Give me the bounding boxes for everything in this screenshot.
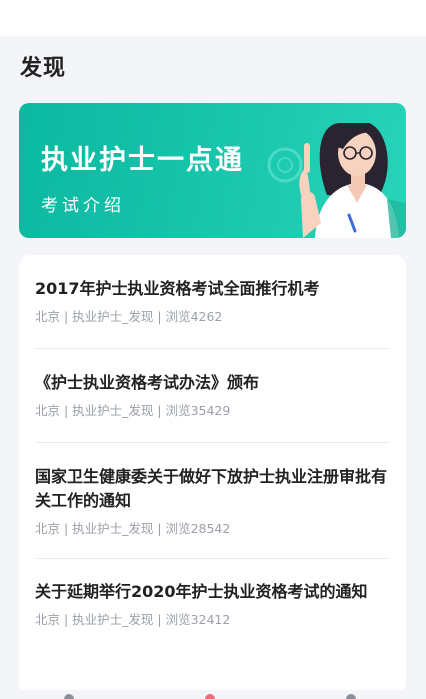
article-meta: 北京 | 执业护士_发现 | 浏览35429 bbox=[35, 403, 231, 418]
tab-discover-icon[interactable] bbox=[205, 694, 215, 699]
tab-profile-icon[interactable] bbox=[346, 694, 356, 699]
article-meta: 北京 | 执业护士_发现 | 浏览28542 bbox=[35, 521, 231, 536]
list-item[interactable]: 2017年护士执业资格考试全面推行机考 北京 | 执业护士_发现 | 浏览426… bbox=[35, 277, 390, 326]
tab-home-icon[interactable] bbox=[64, 694, 74, 699]
status-bar bbox=[0, 0, 426, 36]
divider bbox=[35, 558, 390, 559]
list-item[interactable]: 关于延期举行2020年护士执业资格考试的通知 北京 | 执业护士_发现 | 浏览… bbox=[35, 580, 390, 629]
article-title: 国家卫生健康委关于做好下放护士执业注册审批有关工作的通知 bbox=[35, 467, 388, 510]
list-item[interactable]: 国家卫生健康委关于做好下放护士执业注册审批有关工作的通知 北京 | 执业护士_发… bbox=[35, 465, 390, 538]
page-title: 发现 bbox=[20, 56, 67, 81]
divider bbox=[35, 442, 390, 443]
article-list: 2017年护士执业资格考试全面推行机考 北京 | 执业护士_发现 | 浏览426… bbox=[19, 255, 406, 695]
article-title: 关于延期举行2020年护士执业资格考试的通知 bbox=[35, 582, 368, 601]
article-meta: 北京 | 执业护士_发现 | 浏览32412 bbox=[35, 612, 231, 627]
nurse-illustration-icon bbox=[267, 123, 406, 238]
article-title: 《护士执业资格考试办法》颁布 bbox=[35, 373, 260, 392]
promo-banner[interactable]: 执业护士一点通 考试介绍 bbox=[19, 103, 406, 238]
banner-subtitle: 考试介绍 bbox=[41, 196, 125, 216]
banner-title: 执业护士一点通 bbox=[41, 145, 244, 176]
list-item[interactable]: 《护士执业资格考试办法》颁布 北京 | 执业护士_发现 | 浏览35429 bbox=[35, 371, 390, 420]
divider bbox=[35, 348, 390, 349]
article-title: 2017年护士执业资格考试全面推行机考 bbox=[35, 279, 320, 298]
article-meta: 北京 | 执业护士_发现 | 浏览4262 bbox=[35, 309, 223, 324]
